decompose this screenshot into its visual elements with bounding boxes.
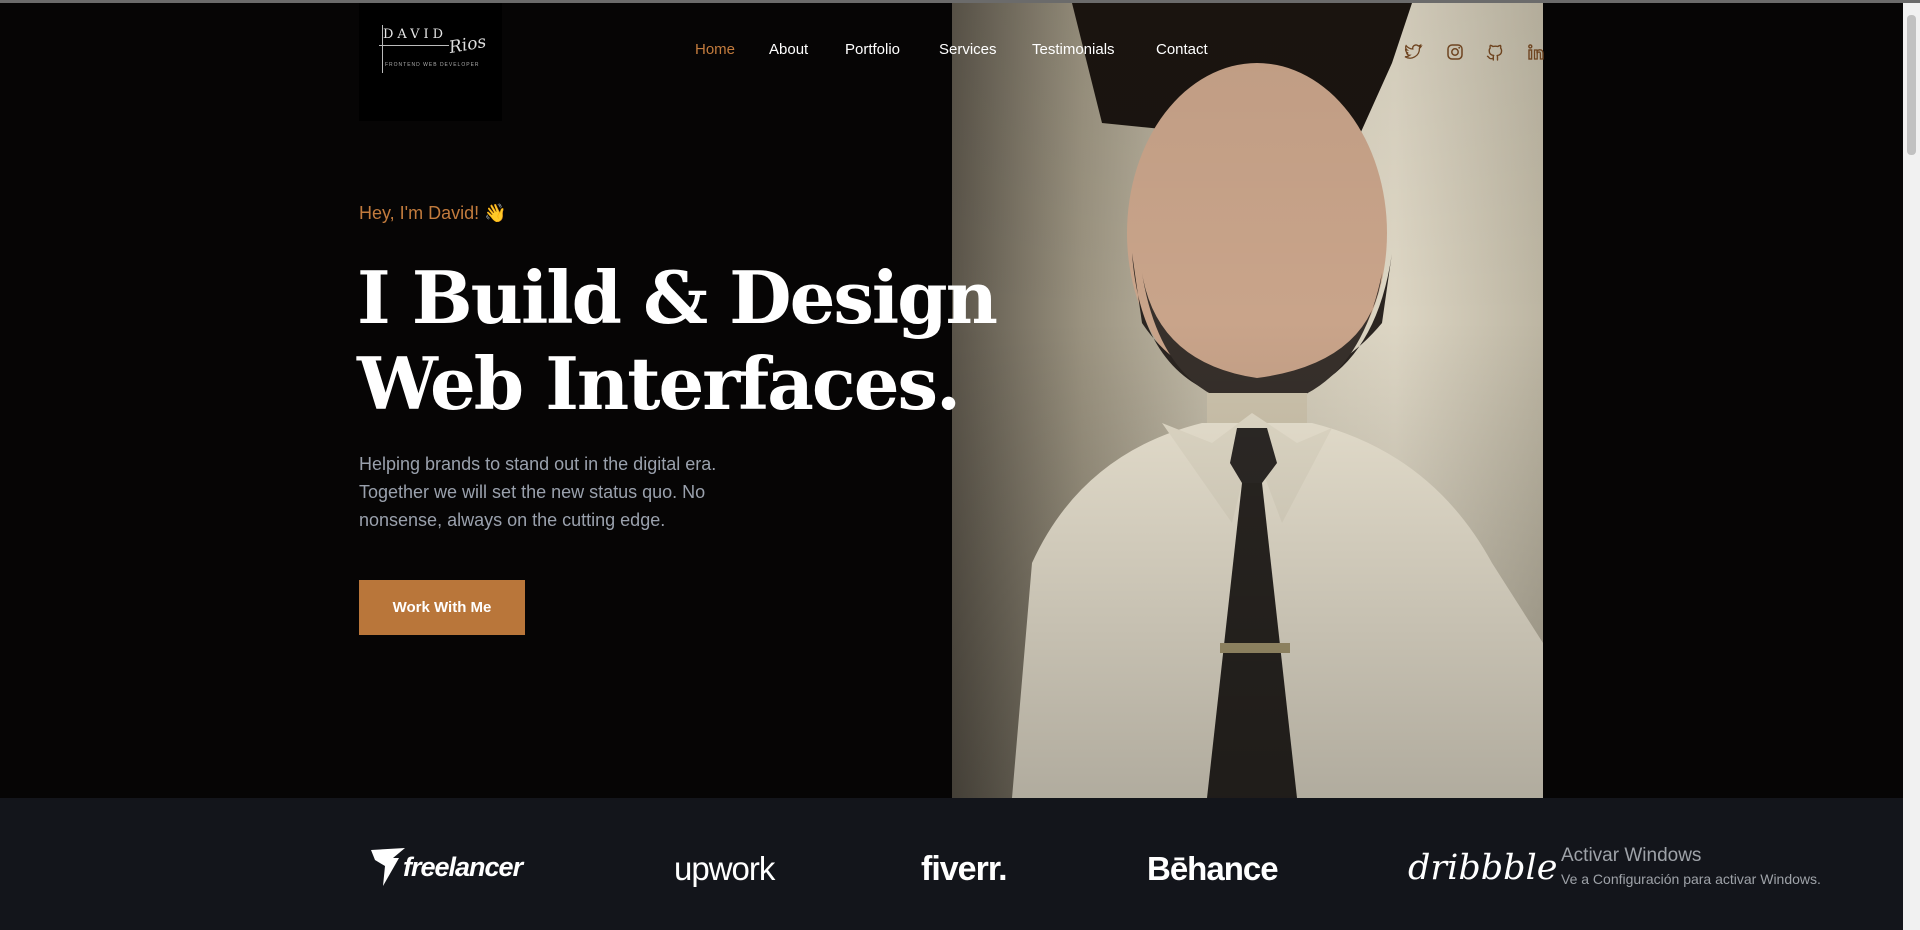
linkedin-icon[interactable]	[1526, 42, 1546, 62]
instagram-icon[interactable]	[1445, 42, 1465, 62]
fiverr-logo[interactable]: fiverr.	[921, 850, 1008, 889]
nav-portfolio[interactable]: Portfolio	[845, 41, 900, 58]
work-with-me-button[interactable]: Work With Me	[359, 580, 525, 635]
logo-subtitle: FRONTEND WEB DEVELOPER	[385, 62, 480, 68]
logo-name: DAVID	[383, 27, 448, 42]
windows-activation-watermark: Activar Windows Ve a Configuración para …	[1561, 845, 1821, 887]
page-scrollbar[interactable]	[1903, 3, 1920, 930]
twitter-icon[interactable]	[1403, 42, 1423, 62]
nav-contact[interactable]: Contact	[1156, 41, 1208, 58]
freelancer-logo[interactable]: freelancer	[369, 846, 523, 888]
logo-signature: Rios	[447, 31, 488, 59]
hero-headline: I Build & Design Web Interfaces.	[357, 255, 998, 427]
behance-logo[interactable]: Bēhance	[1147, 850, 1279, 888]
site-logo[interactable]: DAVID Rios FRONTEND WEB DEVELOPER	[359, 3, 502, 121]
watermark-subtitle: Ve a Configuración para activar Windows.	[1561, 871, 1821, 887]
hero-section: DAVID Rios FRONTEND WEB DEVELOPER Home A…	[0, 3, 1903, 798]
logo-horizontal-line	[379, 45, 449, 46]
nav-about[interactable]: About	[769, 41, 808, 58]
freelancer-wordmark: freelancer	[403, 851, 523, 882]
upwork-logo[interactable]: upwork	[674, 850, 775, 888]
scrollbar-thumb[interactable]	[1907, 15, 1916, 155]
hero-greeting: Hey, I'm David! 👋	[359, 203, 507, 223]
portrait-illustration	[1012, 3, 1543, 798]
dribbble-logo[interactable]: dribbble	[1408, 848, 1557, 888]
hero-headline-line1: I Build & Design	[357, 255, 998, 340]
profile-photo	[952, 3, 1543, 798]
nav-home[interactable]: Home	[695, 41, 735, 58]
nav-services[interactable]: Services	[939, 41, 997, 58]
hero-description: Helping brands to stand out in the digit…	[359, 454, 717, 530]
freelancer-bird-icon	[371, 848, 405, 886]
nav-testimonials[interactable]: Testimonials	[1032, 41, 1115, 58]
github-icon[interactable]	[1485, 42, 1505, 62]
hero-headline-line2: Web Interfaces.	[357, 341, 961, 426]
watermark-title: Activar Windows	[1561, 845, 1702, 866]
